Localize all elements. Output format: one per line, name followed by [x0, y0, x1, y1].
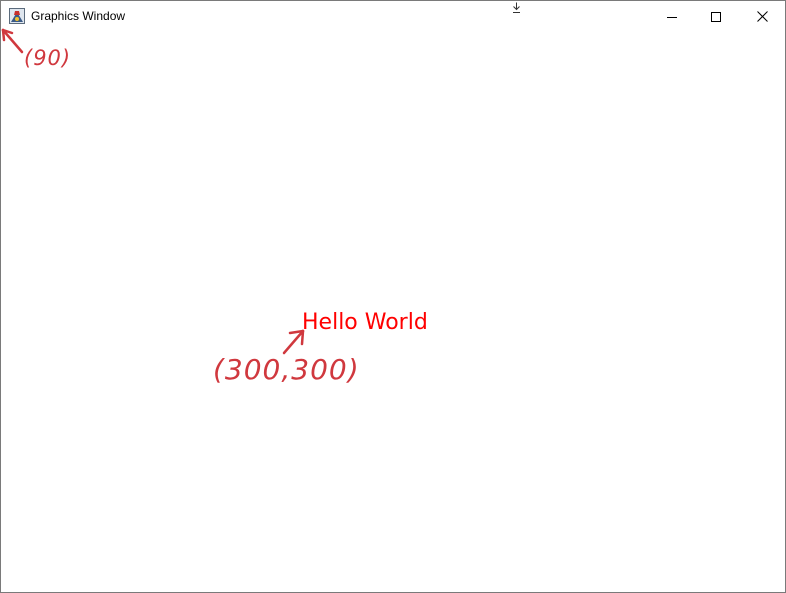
minimize-icon	[667, 16, 677, 18]
maximize-button[interactable]	[693, 1, 739, 32]
resize-cursor-icon	[511, 1, 522, 13]
hello-world-text: Hello World	[302, 310, 428, 335]
point-annotation: (300,300)	[213, 353, 360, 386]
close-button[interactable]	[739, 1, 785, 32]
graphics-window: Graphics Window Hello World (90) (300,30…	[0, 0, 786, 593]
window-title: Graphics Window	[31, 9, 126, 23]
java-app-icon[interactable]	[9, 8, 25, 24]
title-bar[interactable]: Graphics Window	[1, 1, 785, 32]
close-icon	[756, 11, 768, 22]
maximize-icon	[711, 11, 721, 22]
origin-annotation: (90)	[24, 46, 72, 70]
minimize-button[interactable]	[649, 1, 695, 32]
